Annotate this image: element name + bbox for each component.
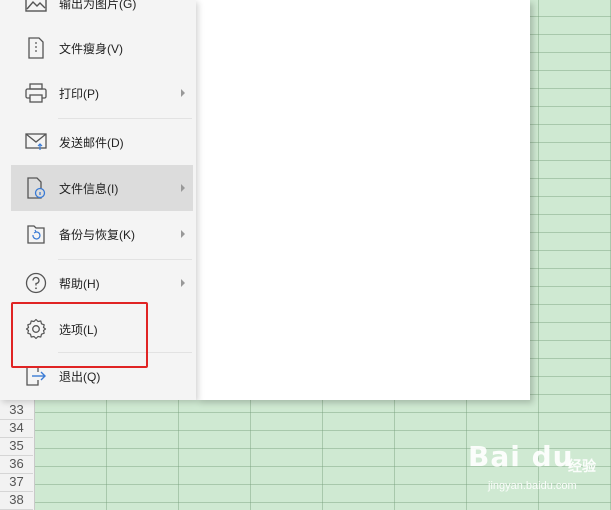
menu-item-file-info[interactable]: 文件信息(I): [11, 165, 193, 211]
watermark-url: jingyan.baidu.com: [488, 480, 577, 492]
menu-item-label: 打印(P): [59, 86, 99, 101]
options-highlight-box: [11, 302, 148, 368]
menu-item-label: 帮助(H): [59, 276, 100, 291]
row-number[interactable]: 38: [0, 491, 33, 510]
menu-item-send-mail[interactable]: 发送邮件(D): [11, 119, 193, 165]
menu-item-label: 文件瘦身(V): [59, 41, 123, 56]
chevron-right-icon: [181, 184, 185, 192]
row-number[interactable]: 37: [0, 473, 33, 492]
menu-item-label: 输出为图片(G): [59, 0, 137, 11]
menu-item-help[interactable]: 帮助(H): [11, 260, 193, 306]
menu-item-label: 退出(Q): [59, 369, 101, 384]
watermark-text: 经验: [568, 458, 596, 474]
menu-item-backup-restore[interactable]: 备份与恢复(K): [11, 211, 193, 257]
watermark-logo: Bai du: [468, 440, 574, 473]
row-number[interactable]: 34: [0, 419, 33, 438]
row-number[interactable]: 36: [0, 455, 33, 474]
file-slim-icon: [24, 36, 48, 60]
chevron-right-icon: [181, 89, 185, 97]
menu-item-label: 发送邮件(D): [59, 135, 124, 150]
row-number[interactable]: 33: [0, 401, 33, 420]
menu-item-print[interactable]: 打印(P): [11, 70, 193, 116]
chevron-right-icon: [181, 279, 185, 287]
mail-icon: [24, 130, 48, 154]
image-export-icon: [24, 0, 48, 15]
file-info-icon: [24, 176, 48, 200]
menu-item-file-slim[interactable]: 文件瘦身(V): [11, 25, 193, 71]
content-pane: [196, 0, 530, 400]
menu-item-label: 备份与恢复(K): [59, 227, 135, 242]
baidu-jingyan-watermark: Bai du 经验 jingyan.baidu.com: [468, 440, 608, 500]
menu-item-label: 文件信息(I): [59, 181, 119, 196]
printer-icon: [24, 81, 48, 105]
backup-restore-icon: [24, 222, 48, 246]
row-number[interactable]: 35: [0, 437, 33, 456]
help-icon: [24, 271, 48, 295]
menu-item-export-image[interactable]: 输出为图片(G): [11, 0, 193, 26]
chevron-right-icon: [181, 230, 185, 238]
